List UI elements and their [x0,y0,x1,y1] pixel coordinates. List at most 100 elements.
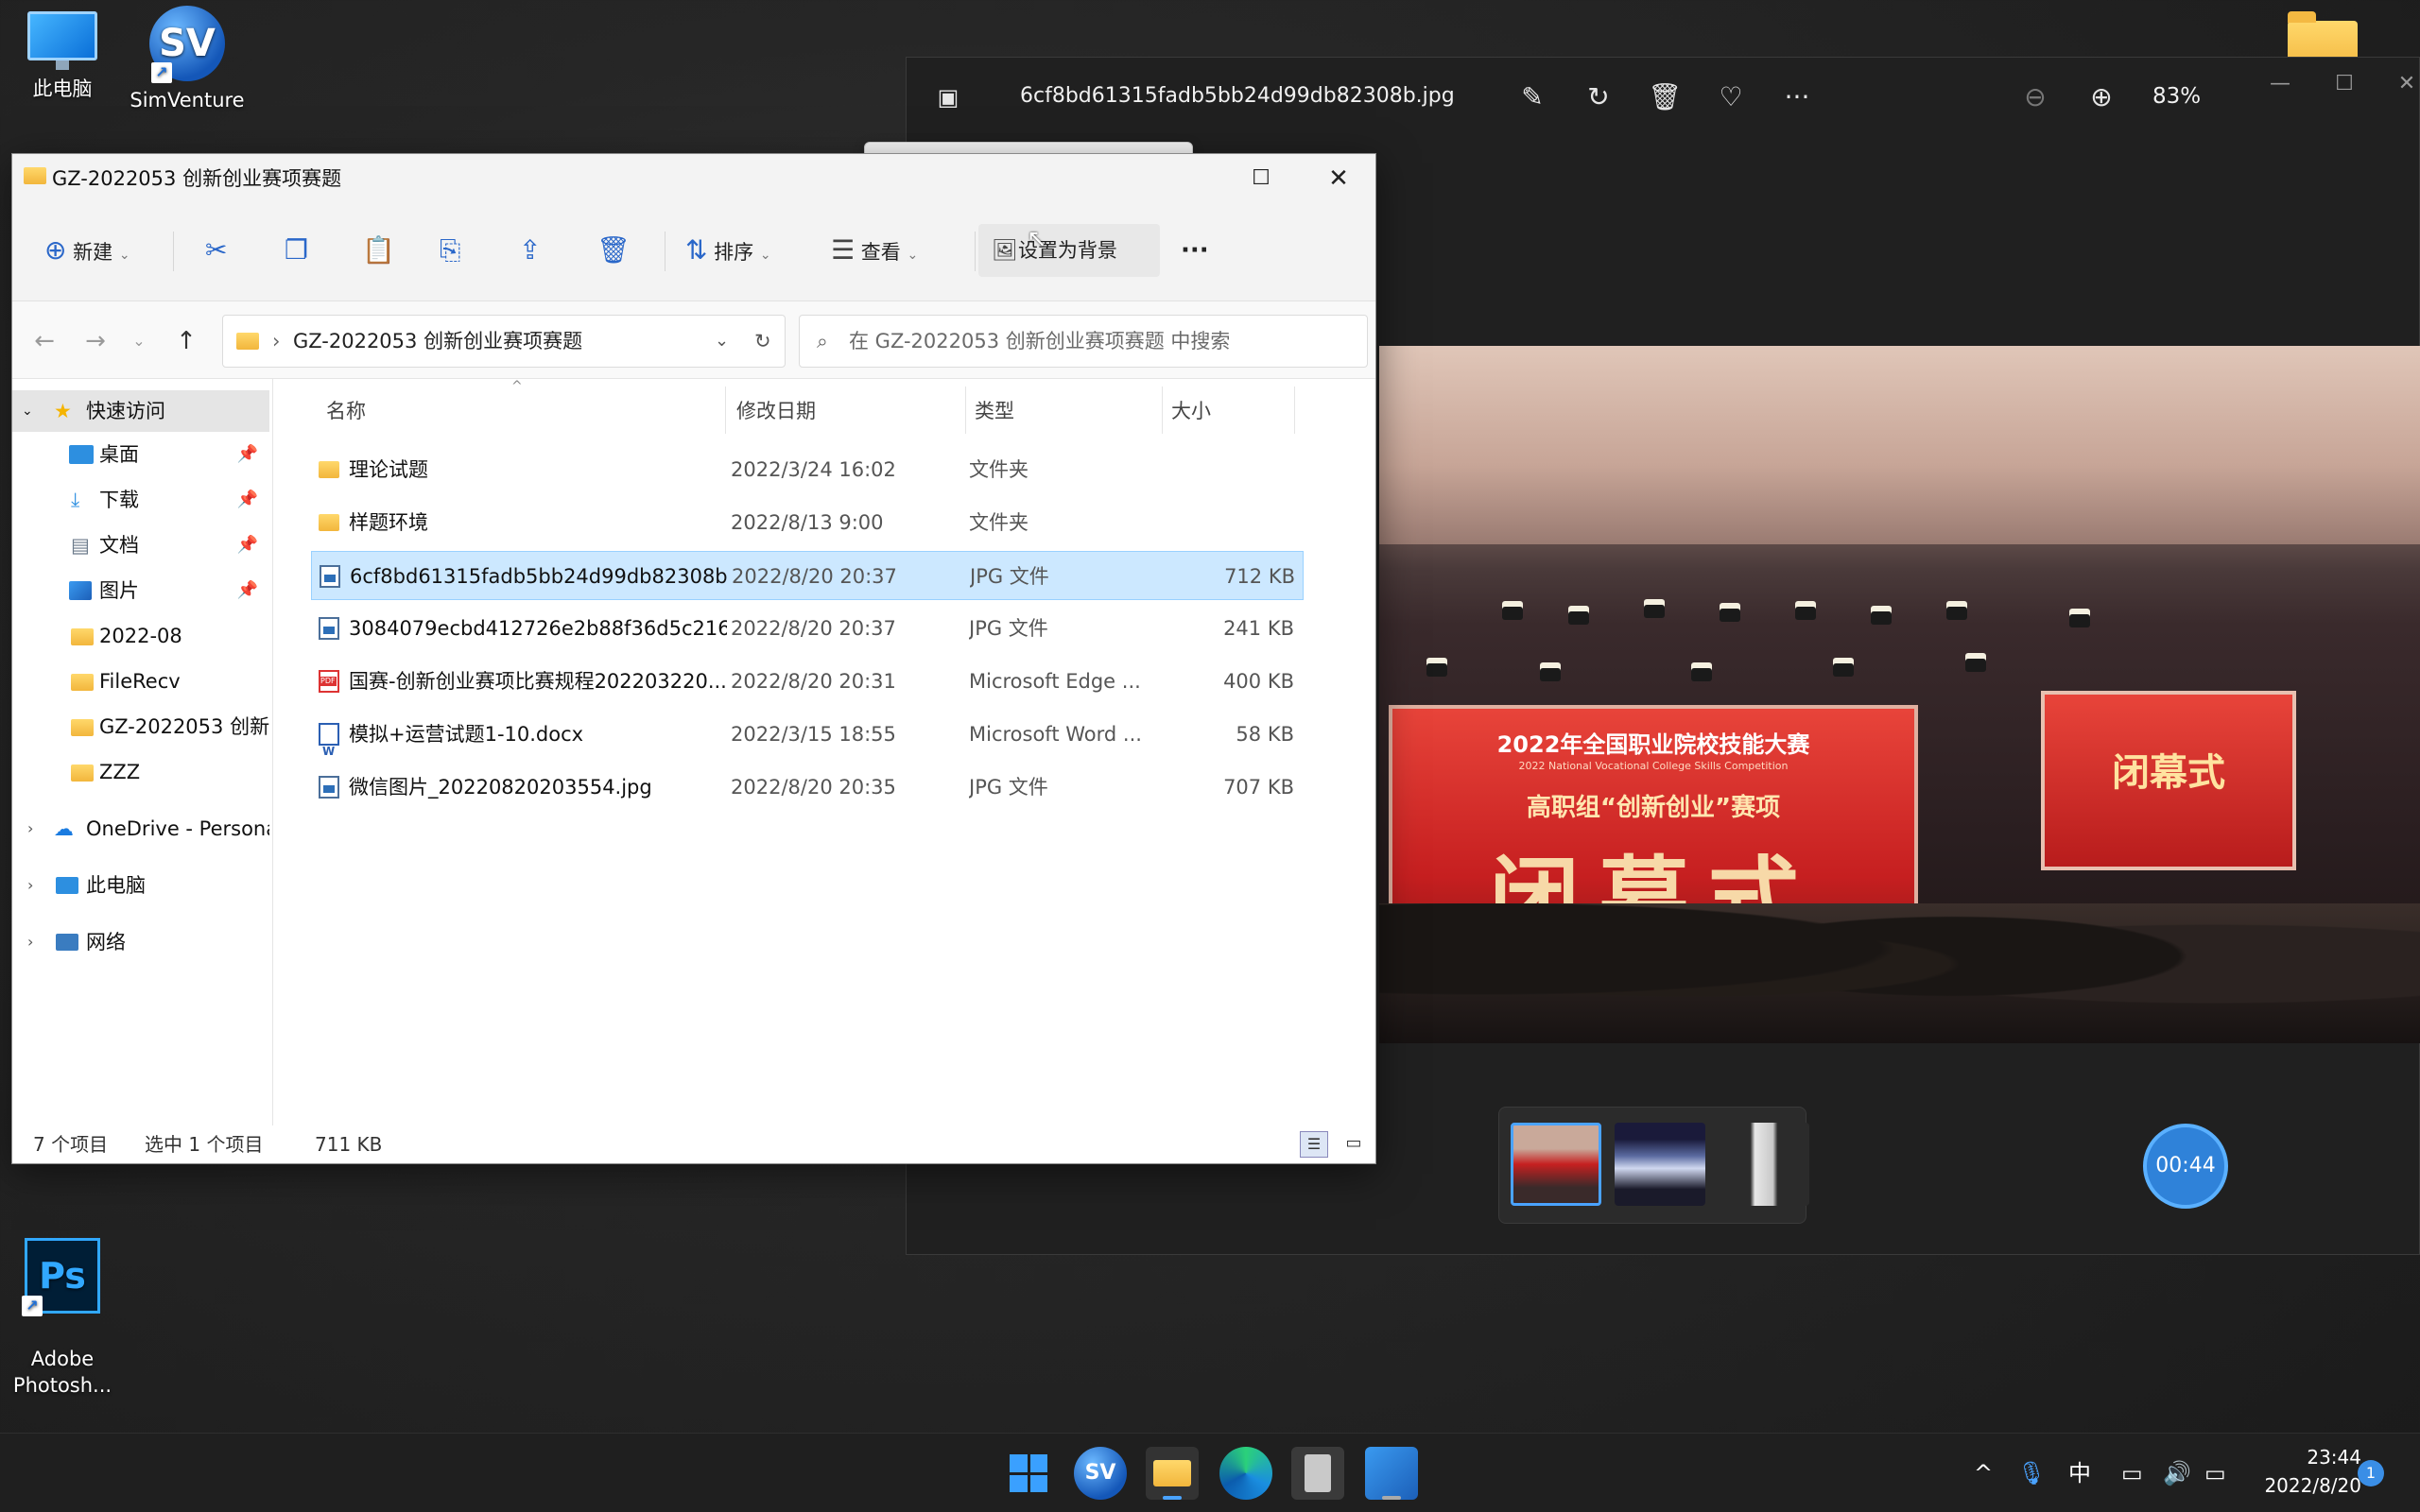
forward-arrow-icon[interactable]: → [77,322,114,360]
details-view-icon[interactable]: ☰ [1300,1131,1328,1158]
maximize-button[interactable]: ☐ [1237,160,1285,198]
desktop-icon-photoshop[interactable]: Ps ↗ Adobe Photosh... [0,1211,129,1425]
rotate-icon[interactable]: ↻ [1578,77,1619,118]
set-as-background-button[interactable]: 🖼设置为背景 [978,224,1160,277]
thumbnail-2[interactable] [1615,1123,1705,1206]
delete-button[interactable]: 🗑 [596,224,631,277]
nav-label: 图片 [99,579,139,602]
nav-item-folder[interactable]: ZZZ [12,751,269,793]
column-divider [1162,387,1163,434]
refresh-icon[interactable]: ↻ [754,316,771,367]
paste-button[interactable]: 📋 [362,224,395,277]
file-row[interactable]: 样题环境 2022/8/13 9:00 文件夹 [311,498,1304,547]
nav-this-pc[interactable]: › 此电脑 [12,865,269,906]
favorite-heart-icon[interactable]: ♡ [1710,77,1752,118]
sort-button[interactable]: ⇅ 排序 ⌄ [685,224,771,277]
nav-item-documents[interactable]: ▤ 文档 📌 [12,524,269,566]
stage-light [1833,658,1854,677]
minimize-button[interactable]: — [2256,65,2304,103]
expand-chevron-icon[interactable]: › [27,808,33,850]
file-row[interactable]: 国赛-创新创业赛项比赛规程202203220... 2022/8/20 20:3… [311,657,1304,706]
nav-item-pictures[interactable]: 图片 📌 [12,570,269,611]
expand-chevron-icon[interactable]: › [27,921,33,963]
rename-button[interactable]: ⎘ [440,224,460,277]
file-row[interactable]: 理论试题 2022/3/24 16:02 文件夹 [311,445,1304,494]
expand-chevron-icon[interactable]: › [27,865,33,906]
column-header-date[interactable]: 修改日期 [736,392,816,430]
start-windows-icon[interactable] [1002,1447,1055,1500]
file-name: 国赛-创新创业赛项比赛规程202203220... [349,670,727,693]
breadcrumb[interactable]: GZ-2022053 创新创业赛项赛题 [293,316,582,367]
copy-icon: ❐ [285,234,309,266]
column-header-size[interactable]: 大小 [1171,392,1211,430]
expand-chevron-icon[interactable]: ⌄ [22,390,33,432]
zoom-level[interactable]: 83% [2152,84,2201,109]
nav-item-downloads[interactable]: ⤓ 下载 📌 [12,479,269,521]
close-button[interactable]: ✕ [2383,65,2420,103]
large-icons-view-icon[interactable]: ▭ [1340,1131,1368,1158]
simventure-taskbar-icon[interactable]: SV [1074,1447,1127,1500]
more-button[interactable]: ··· [1181,224,1209,277]
column-header-name[interactable]: 名称 [326,392,366,430]
volume-icon[interactable]: 🔊 [2163,1456,2191,1490]
up-arrow-icon[interactable]: ↑ [167,322,205,360]
nav-item-folder[interactable]: FileRecv [12,661,269,702]
share-icon: ⇪ [519,234,542,266]
folder-icon [319,514,339,531]
file-explorer-taskbar-icon[interactable] [1146,1447,1199,1500]
file-date: 2022/3/15 18:55 [731,723,896,746]
zoom-out-icon[interactable]: ⊖ [2014,77,2056,118]
thumbnail-1[interactable] [1511,1123,1601,1206]
calculator-icon[interactable] [1291,1447,1344,1500]
recent-chevron-icon[interactable]: ⌄ [120,322,158,360]
battery-icon[interactable]: ▭ [2204,1456,2226,1490]
column-header-type[interactable]: 类型 [975,392,1014,430]
stage-light [1502,601,1523,620]
edge-browser-icon[interactable] [1219,1447,1272,1500]
microphone-icon[interactable]: 🎙 [2017,1456,2046,1490]
recording-timer[interactable]: 00:44 [2143,1124,2228,1209]
folder-icon [71,674,94,691]
nav-quick-access[interactable]: ⌄ ★ 快速访问 [12,390,269,432]
share-button[interactable]: ⇪ [519,224,541,277]
thumbnail-3[interactable] [1719,1123,1809,1206]
copy-button[interactable]: ❐ [285,224,308,277]
file-row[interactable]: 微信图片_20220820203554.jpg 2022/8/20 20:35 … [311,763,1304,812]
nav-item-folder[interactable]: GZ-2022053 创新创 [12,706,269,747]
photo-ceiling [1379,346,2420,544]
file-row[interactable]: 模拟+运营试题1-10.docx 2022/3/15 18:55 Microso… [311,710,1304,776]
nav-onedrive[interactable]: › ☁ OneDrive - Persona [12,808,269,850]
desktop-icon-this-pc[interactable]: 此电脑 [0,11,129,102]
maximize-button[interactable]: ☐ [2321,65,2368,103]
search-box[interactable]: ⌕ 在 GZ-2022053 创新创业赛项赛题 中搜索 [799,315,1368,368]
new-label: 新建 [73,241,113,264]
nav-item-desktop[interactable]: 桌面 📌 [12,434,269,475]
system-clock[interactable]: 23:44 2022/8/20 [2242,1443,2361,1500]
simventure-icon: SV ↗ [149,6,225,83]
new-button[interactable]: ⊕ 新建 ⌄ [44,224,130,277]
delete-icon[interactable]: 🗑 [1644,77,1685,118]
file-name: 模拟+运营试题1-10.docx [349,723,584,746]
address-bar[interactable]: › GZ-2022053 创新创业赛项赛题 ⌄ ↻ [222,315,786,368]
notification-badge[interactable]: 1 [2358,1460,2384,1486]
nav-network[interactable]: › 网络 [12,921,269,963]
cut-button[interactable]: ✂ [205,224,227,277]
nav-item-folder[interactable]: 2022-08 [12,615,269,657]
show-hidden-icons-chevron-icon[interactable]: ^ [1974,1456,1993,1490]
file-row[interactable]: 3084079ecbd412726e2b88f36d5c216.j... 202… [311,604,1304,653]
edit-image-icon[interactable]: ✎ [1512,77,1553,118]
desktop-icon-simventure[interactable]: SV ↗ SimVenture [121,6,253,113]
sort-arrows-icon: ⇅ [685,234,708,266]
close-button[interactable]: ✕ [1315,160,1362,198]
network-icon[interactable]: ▭ [2121,1456,2143,1490]
photos-app-icon[interactable] [1365,1447,1418,1500]
back-arrow-icon[interactable]: ← [26,322,63,360]
address-dropdown-icon[interactable]: ⌄ [715,316,729,367]
more-options-icon[interactable]: ··· [1776,77,1818,118]
view-button[interactable]: ☰ 查看 ⌄ [831,224,918,277]
file-row-selected[interactable]: 6cf8bd61315fadb5bb24d99db82308b.... 2022… [311,551,1304,600]
ime-indicator[interactable]: 中 [2068,1456,2091,1490]
screen-subtitle: 2022 National Vocational College Skills … [1518,760,1789,772]
shortcut-arrow-icon: ↗ [22,1296,43,1316]
zoom-in-icon[interactable]: ⊕ [2081,77,2122,118]
